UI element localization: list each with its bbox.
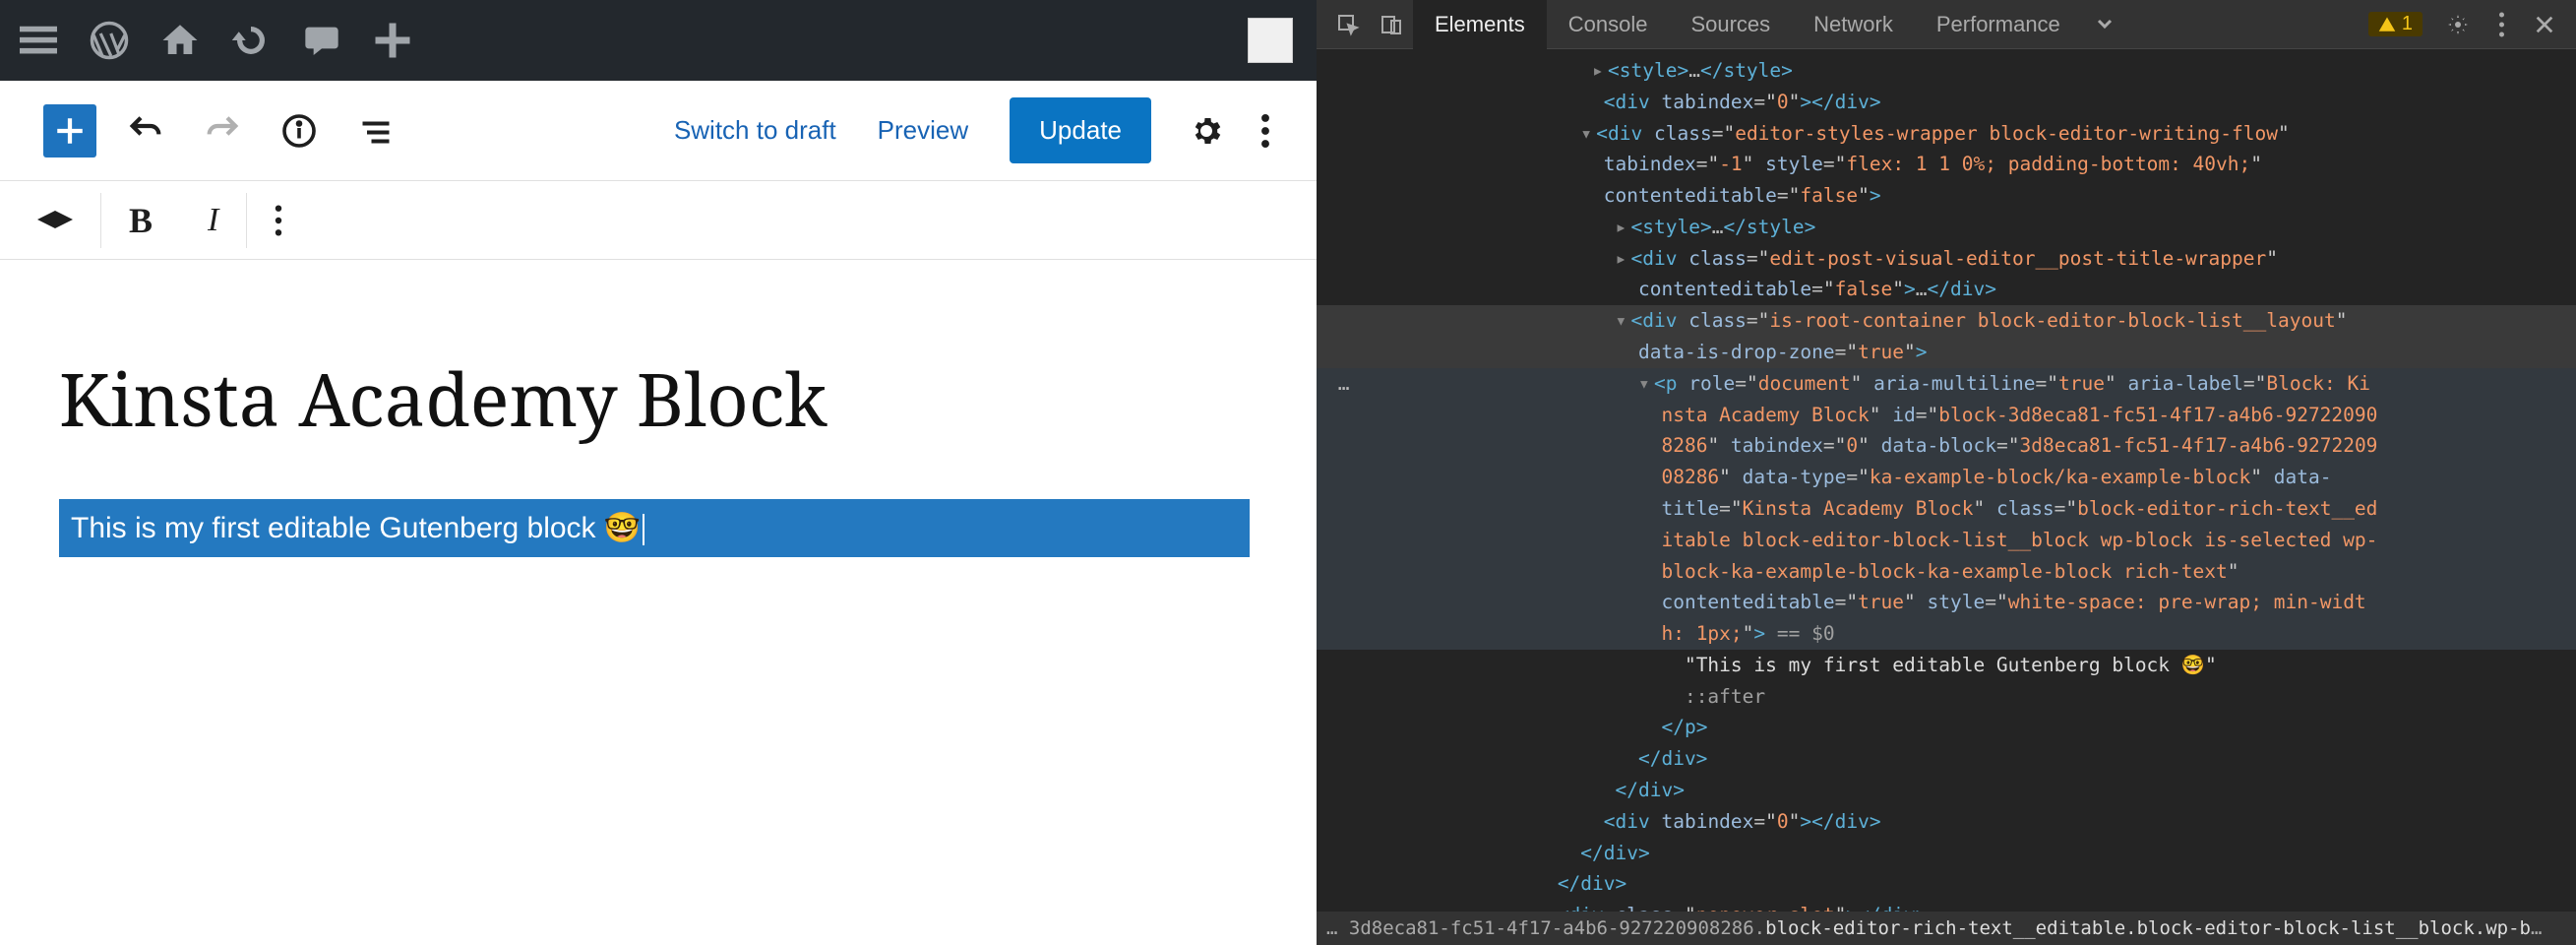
crumb-pre: … 3d8eca81-fc51-4f17-a4b6-927220908286.: [1326, 917, 1765, 939]
block-more-icon[interactable]: [247, 181, 310, 260]
refresh-icon[interactable]: [226, 0, 276, 81]
devtools-tabs: Elements Console Sources Network Perform…: [1317, 0, 2576, 49]
preview-button[interactable]: Preview: [878, 115, 968, 146]
info-button[interactable]: [272, 103, 327, 158]
menu-icon[interactable]: [14, 0, 63, 81]
more-options-icon[interactable]: [1242, 107, 1289, 155]
devtools-close-icon[interactable]: [2529, 9, 2560, 40]
comment-icon[interactable]: [297, 0, 346, 81]
wordpress-logo-icon[interactable]: [85, 0, 134, 81]
device-toggle-icon[interactable]: [1376, 9, 1407, 40]
inspect-icon[interactable]: [1332, 9, 1364, 40]
tab-elements[interactable]: Elements: [1413, 0, 1547, 49]
crumb-post: …: [2531, 917, 2542, 939]
switch-to-draft-button[interactable]: Switch to draft: [674, 115, 836, 146]
dom-tree[interactable]: ▸<style>…</style> <div tabindex="0"></di…: [1317, 49, 2576, 912]
devtools-settings-icon[interactable]: [2442, 9, 2474, 40]
bold-button[interactable]: B: [101, 181, 180, 260]
wp-admin-bar: [0, 0, 1317, 81]
settings-icon[interactable]: [1183, 107, 1230, 155]
avatar[interactable]: [1248, 18, 1293, 63]
devtools-pane: Elements Console Sources Network Perform…: [1317, 0, 2576, 945]
tab-performance[interactable]: Performance: [1915, 0, 2082, 49]
block-toolbar: B I: [0, 181, 1317, 260]
editor-header: Switch to draft Preview Update: [0, 81, 1317, 181]
warn-count: 1: [2402, 13, 2413, 35]
undo-button[interactable]: [118, 103, 173, 158]
devtools-more-icon[interactable]: [2485, 9, 2517, 40]
italic-button[interactable]: I: [180, 181, 246, 260]
wordpress-editor-pane: Switch to draft Preview Update B I Kinst…: [0, 0, 1317, 945]
block-type-icon[interactable]: [10, 181, 100, 260]
text-caret: [643, 514, 644, 545]
devtools-breadcrumb[interactable]: … 3d8eca81-fc51-4f17-a4b6-927220908286.b…: [1317, 912, 2576, 945]
list-view-button[interactable]: [348, 103, 403, 158]
tab-sources[interactable]: Sources: [1669, 0, 1792, 49]
add-new-icon[interactable]: [368, 0, 417, 81]
post-title[interactable]: Kinsta Academy Block: [59, 348, 1257, 448]
crumb-selected: block-editor-rich-text__editable.block-e…: [1765, 917, 2531, 939]
more-tabs-icon[interactable]: [2088, 9, 2119, 40]
update-button[interactable]: Update: [1010, 97, 1151, 163]
warnings-badge[interactable]: 1: [2368, 12, 2423, 36]
block-text: This is my first editable Gutenberg bloc…: [71, 512, 641, 544]
home-icon[interactable]: [155, 0, 205, 81]
editor-canvas[interactable]: Kinsta Academy Block This is my first ed…: [0, 260, 1317, 945]
redo-button[interactable]: [195, 103, 250, 158]
tab-console[interactable]: Console: [1547, 0, 1670, 49]
add-block-button[interactable]: [43, 104, 96, 158]
tab-network[interactable]: Network: [1792, 0, 1915, 49]
selected-block[interactable]: This is my first editable Gutenberg bloc…: [59, 499, 1250, 557]
